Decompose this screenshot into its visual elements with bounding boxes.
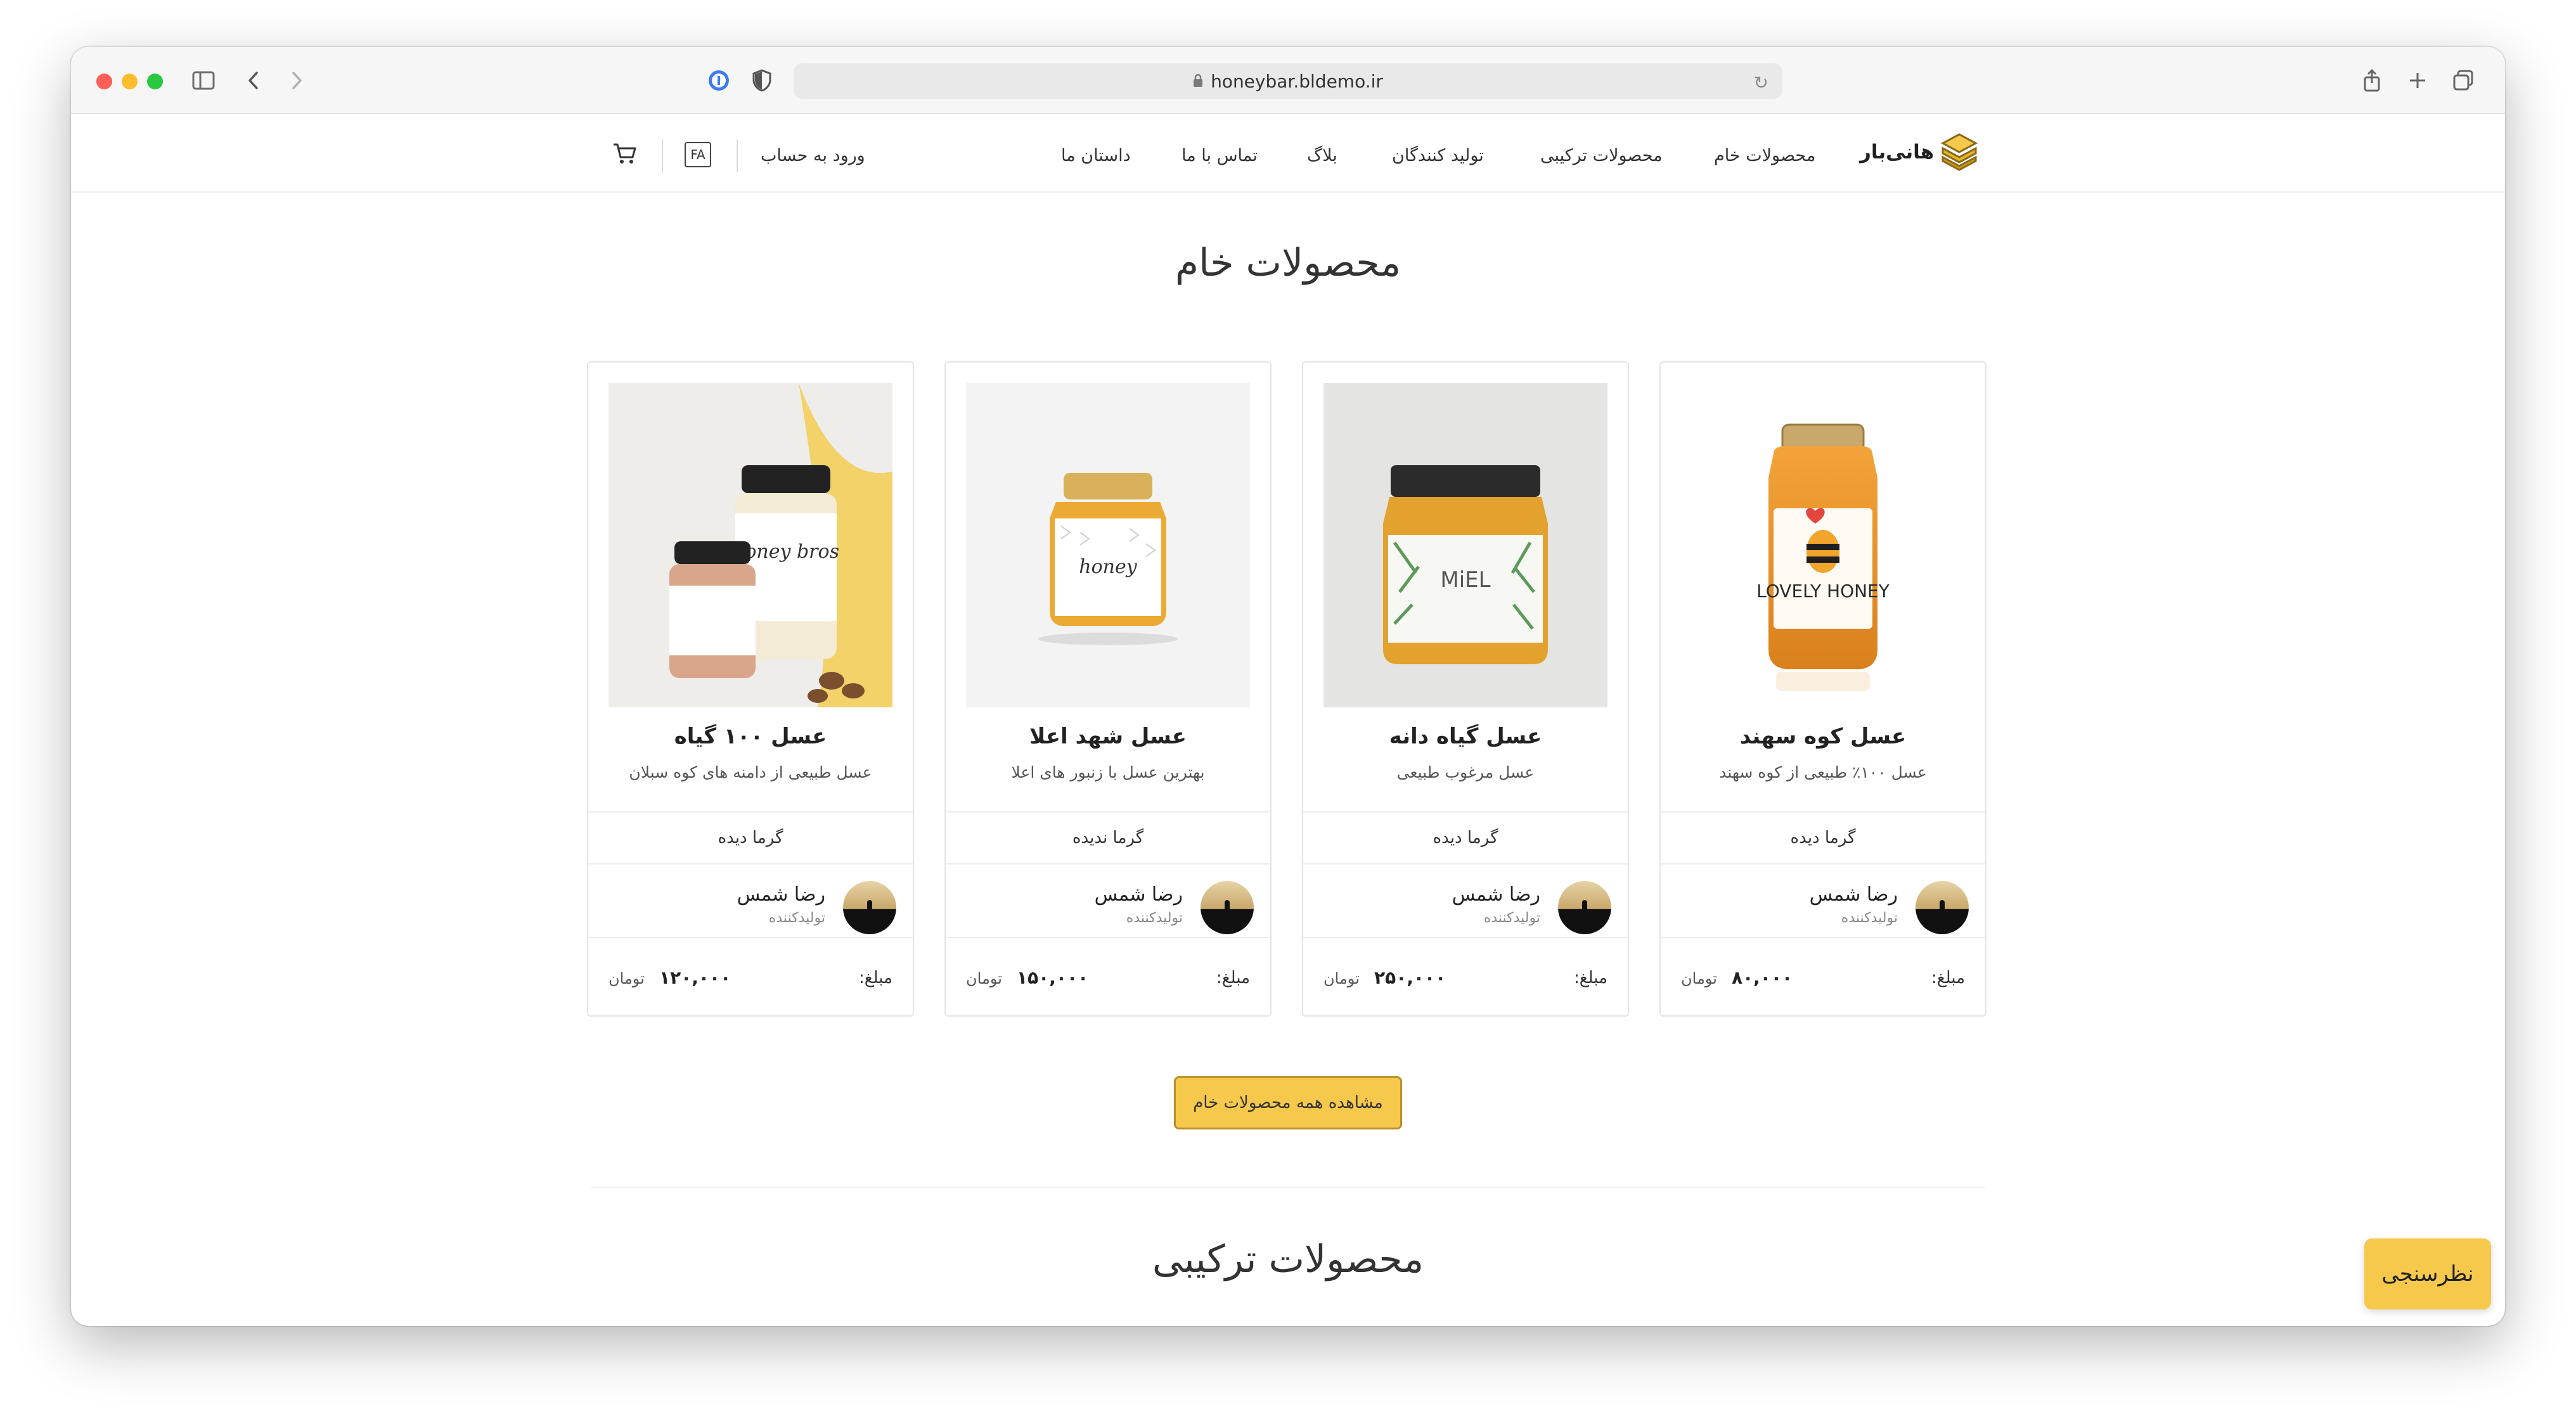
price-label: مبلغ: — [1931, 968, 1965, 987]
product-card[interactable]: LOVELY HONEY عسل کوه سهند عسل ۱۰۰٪ طبیعی… — [1659, 361, 1987, 1017]
product-card[interactable]: honey bros عسل ۱۰۰ گیاه عسل طبیعی از دام… — [587, 361, 914, 1017]
tab-overview-icon[interactable] — [2450, 66, 2476, 95]
new-tab-icon[interactable] — [2405, 66, 2430, 95]
header-divider — [662, 139, 663, 172]
address-bar[interactable]: honeybar.bldemo.ir ↻ — [794, 63, 1782, 99]
product-title[interactable]: عسل ۱۰۰ گیاه — [588, 724, 913, 749]
nav-contact[interactable]: تماس با ما — [1182, 146, 1258, 165]
product-image[interactable]: LOVELY HONEY — [1681, 383, 1965, 707]
header-divider — [737, 139, 738, 172]
product-description: عسل مرغوب طبیعی — [1396, 763, 1535, 781]
browser-window: honeybar.bldemo.ir ↻ هانی‌بار محصولات خا… — [71, 47, 2505, 1326]
price-currency: تومان — [1681, 970, 1717, 987]
producer-row[interactable]: رضا شمس تولیدکننده — [946, 863, 1270, 937]
producer-role: تولیدکننده — [1841, 910, 1898, 926]
product-card[interactable]: MiEL عسل گیاه دانه عسل مرغوب طبیعی گرما … — [1302, 361, 1629, 1017]
close-window-button[interactable] — [96, 74, 112, 89]
producer-name: رضا شمس — [1809, 884, 1898, 906]
product-description: بهترین عسل با زنبور های اعلا — [1011, 763, 1205, 781]
producer-row[interactable]: رضا شمس تولیدکننده — [1661, 863, 1985, 937]
price-label: مبلغ: — [1574, 968, 1607, 987]
sidebar-toggle-icon[interactable] — [189, 66, 218, 95]
section-title-raw-products: محصولات خام — [1175, 241, 1401, 285]
product-image[interactable]: honey — [966, 383, 1250, 707]
price-label: مبلغ: — [1216, 968, 1250, 987]
survey-button[interactable]: نظرسنجی — [2364, 1238, 2491, 1309]
browser-toolbar: honeybar.bldemo.ir ↻ — [71, 47, 2505, 114]
price-value: ۲۵۰,۰۰۰ — [1374, 967, 1446, 988]
nav-producers[interactable]: تولید کنندگان — [1392, 146, 1484, 165]
nav-combined-products[interactable]: محصولات ترکیبی — [1540, 146, 1663, 165]
nav-our-story[interactable]: داستان ما — [1061, 146, 1131, 165]
url-text: honeybar.bldemo.ir — [1211, 70, 1383, 92]
price-row: مبلغ: ۸۰,۰۰۰ تومان — [1661, 937, 1985, 1017]
producer-name: رضا شمس — [1094, 884, 1183, 906]
language-switch[interactable]: FA — [685, 142, 711, 167]
lock-icon — [1193, 71, 1203, 92]
heat-status: گرما ندیده — [946, 811, 1270, 863]
price-value: ۸۰,۰۰۰ — [1732, 967, 1793, 988]
producer-avatar — [1558, 881, 1611, 934]
producer-row[interactable]: رضا شمس تولیدکننده — [1303, 863, 1628, 937]
view-all-raw-products-button[interactable]: مشاهده همه محصولات خام — [1174, 1076, 1402, 1129]
product-image[interactable]: honey bros — [609, 383, 892, 707]
price-value: ۱۲۰,۰۰۰ — [659, 967, 731, 988]
product-title[interactable]: عسل شهد اعلا — [946, 724, 1270, 749]
site-header: هانی‌بار محصولات خام محصولات ترکیبی تولی… — [71, 114, 2505, 193]
minimize-window-button[interactable] — [122, 74, 138, 89]
producer-name: رضا شمس — [1452, 884, 1540, 906]
price-row: مبلغ: ۱۵۰,۰۰۰ تومان — [946, 937, 1270, 1017]
price-row: مبلغ: ۱۲۰,۰۰۰ تومان — [588, 937, 913, 1017]
product-title[interactable]: عسل کوه سهند — [1661, 724, 1985, 749]
zoom-window-button[interactable] — [147, 74, 163, 89]
site-logo[interactable]: هانی‌بار — [1860, 131, 1980, 174]
product-image[interactable]: MiEL — [1323, 383, 1607, 707]
reload-icon[interactable]: ↻ — [1754, 72, 1768, 93]
producer-role: تولیدکننده — [1126, 910, 1183, 926]
producer-avatar — [843, 881, 896, 934]
nav-raw-products[interactable]: محصولات خام — [1714, 146, 1815, 165]
price-currency: تومان — [1323, 970, 1360, 987]
jar-label: MiEL — [1440, 567, 1490, 593]
section-divider — [591, 1186, 1985, 1188]
product-title[interactable]: عسل گیاه دانه — [1303, 724, 1628, 749]
heat-status: گرما دیده — [1303, 811, 1628, 863]
password-manager-icon[interactable] — [705, 66, 733, 95]
price-row: مبلغ: ۲۵۰,۰۰۰ تومان — [1303, 937, 1628, 1017]
producer-avatar — [1201, 881, 1254, 934]
producer-role: تولیدکننده — [768, 910, 825, 926]
producer-row[interactable]: رضا شمس تولیدکننده — [588, 863, 913, 937]
product-description: عسل طبیعی از دامنه های کوه سبلان — [629, 763, 872, 781]
cart-icon[interactable] — [612, 142, 638, 167]
price-currency: تومان — [609, 970, 645, 987]
producer-role: تولیدکننده — [1483, 910, 1540, 926]
heat-status: گرما دیده — [588, 811, 913, 863]
back-icon[interactable] — [241, 66, 266, 95]
producer-avatar — [1916, 881, 1969, 934]
nav-blog[interactable]: بلاگ — [1307, 146, 1337, 165]
login-link[interactable]: ورود به حساب — [761, 146, 865, 165]
logo-text: هانی‌بار — [1860, 141, 1935, 164]
jar-label: honey — [1079, 556, 1137, 578]
product-description: عسل ۱۰۰٪ طبیعی از کوه سهند — [1719, 763, 1927, 781]
price-currency: تومان — [966, 970, 1002, 987]
share-icon[interactable] — [2359, 66, 2385, 95]
forward-icon[interactable] — [284, 66, 309, 95]
price-value: ۱۵۰,۰۰۰ — [1017, 967, 1089, 988]
producer-name: رضا شمس — [737, 884, 825, 906]
jar-label: LOVELY HONEY — [1756, 581, 1890, 601]
price-label: مبلغ: — [859, 968, 892, 987]
honeycomb-logo-icon — [1939, 131, 1980, 174]
product-card[interactable]: honey عسل شهد اعلا بهترین عسل با زنبور ه… — [944, 361, 1272, 1017]
section-title-combined-products: محصولات ترکیبی — [1152, 1237, 1424, 1282]
heat-status: گرما دیده — [1661, 811, 1985, 863]
privacy-shield-icon[interactable] — [748, 66, 776, 95]
